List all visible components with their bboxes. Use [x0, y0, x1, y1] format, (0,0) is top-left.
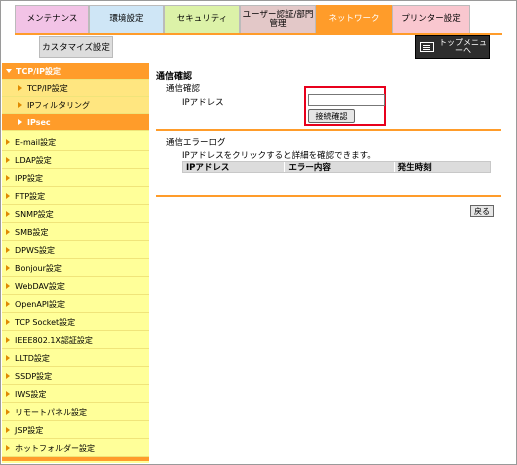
column-header-ip-address: IPアドレス	[183, 162, 286, 173]
arrow-right-icon	[6, 139, 10, 145]
sidebar-item-label: SNMP設定	[15, 209, 54, 219]
column-header-error: エラー内容	[285, 162, 395, 173]
sidebar-item-label: OpenAPI設定	[15, 299, 66, 309]
section-divider	[156, 195, 501, 197]
tab-customize[interactable]: カスタマイズ設定	[39, 36, 113, 58]
arrow-right-icon	[6, 337, 10, 343]
sidebar-item-label: SSDP設定	[15, 371, 53, 381]
sidebar-item-label: TCP/IP設定	[27, 83, 68, 93]
sidebar-item-label: FTP設定	[15, 191, 46, 201]
tab-printer-settings[interactable]: プリンター設定	[392, 5, 470, 33]
sidebar-item-label: TCP Socket設定	[15, 317, 76, 327]
sidebar-item-label: リモートパネル設定	[15, 407, 87, 417]
sidebar-item-label: E-mail設定	[15, 137, 57, 147]
sidebar-item-remote-panel[interactable]: リモートパネル設定	[2, 404, 149, 421]
arrow-right-icon	[6, 157, 10, 163]
arrow-right-icon	[6, 301, 10, 307]
sidebar-item-email[interactable]: E-mail設定	[2, 134, 149, 151]
arrow-right-icon	[6, 175, 10, 181]
ip-address-label: IPアドレス	[182, 98, 224, 108]
arrow-right-icon	[18, 102, 22, 108]
section-heading-error-log: 通信エラーログ	[166, 138, 226, 148]
sidebar-item-dpws[interactable]: DPWS設定	[2, 242, 149, 259]
sidebar-item-ieee8021x[interactable]: IEEE802.1X認証設定	[2, 332, 149, 349]
sidebar-item-label: TCP/IP設定	[16, 66, 61, 76]
sidebar-item-ldap[interactable]: LDAP設定	[2, 152, 149, 169]
sidebar-item-ssdp[interactable]: SSDP設定	[2, 368, 149, 385]
tab-maintenance[interactable]: メンテナンス	[15, 5, 89, 33]
list-icon	[420, 42, 434, 52]
page-frame: メンテナンス 環境設定 セキュリティ ユーザー認証/部門管理 ネットワーク プリ…	[0, 0, 517, 465]
sidebar-item-label: WebDAV設定	[15, 281, 65, 291]
sidebar-item-snmp[interactable]: SNMP設定	[2, 206, 149, 223]
page-title: 通信確認	[156, 72, 193, 82]
sidebar-item-lltd[interactable]: LLTD設定	[2, 350, 149, 367]
error-log-table-header: IPアドレス エラー内容 発生時刻	[182, 161, 491, 173]
arrow-right-icon	[18, 85, 22, 91]
sidebar-item-tcpip-header[interactable]: TCP/IP設定	[2, 63, 149, 80]
ip-address-input[interactable]	[308, 94, 385, 106]
sidebar-item-label: IPsec	[27, 117, 51, 127]
section-divider	[156, 129, 501, 131]
sidebar-item-bonjour[interactable]: Bonjour設定	[2, 260, 149, 277]
tab-security[interactable]: セキュリティ	[164, 5, 240, 33]
sidebar-item-label: JSP設定	[15, 425, 44, 435]
sidebar-item-webdav[interactable]: WebDAV設定	[2, 278, 149, 295]
sidebar-item-label: IWS設定	[15, 389, 47, 399]
arrow-right-icon	[6, 355, 10, 361]
sidebar-item-hot-folder[interactable]: ホットフォルダー設定	[2, 440, 149, 457]
sidebar-item-label: LDAP設定	[15, 155, 52, 165]
arrow-right-icon	[6, 211, 10, 217]
sidebar-item-tcpip[interactable]: TCP/IP設定	[2, 80, 149, 97]
sidebar-item-label: LLTD設定	[15, 353, 50, 363]
sidebar-item-ipsec[interactable]: IPsec	[2, 114, 149, 131]
arrow-right-icon	[6, 247, 10, 253]
arrow-right-icon	[6, 283, 10, 289]
sidebar-item-iws[interactable]: IWS設定	[2, 386, 149, 403]
arrow-right-icon	[6, 427, 10, 433]
tab-user-auth[interactable]: ユーザー認証/部門管理	[240, 5, 316, 33]
section-heading-connection: 通信確認	[166, 84, 201, 94]
connection-check-button[interactable]: 接続確認	[308, 109, 355, 123]
arrow-right-icon	[6, 373, 10, 379]
chevron-down-icon	[6, 69, 12, 73]
back-button[interactable]: 戻る	[470, 205, 494, 217]
arrow-right-icon	[6, 265, 10, 271]
sidebar-bottom-bar	[2, 457, 149, 461]
arrow-right-icon	[18, 119, 22, 125]
arrow-right-icon	[6, 319, 10, 325]
sidebar-item-ip-filtering[interactable]: IPフィルタリング	[2, 97, 149, 114]
sidebar-item-label: ホットフォルダー設定	[15, 443, 95, 453]
sidebar-item-openapi[interactable]: OpenAPI設定	[2, 296, 149, 313]
arrow-right-icon	[6, 445, 10, 451]
tab-environment[interactable]: 環境設定	[89, 5, 164, 33]
sidebar-item-label: SMB設定	[15, 227, 49, 237]
sidebar-item-label: DPWS設定	[15, 245, 55, 255]
tab-network[interactable]: ネットワーク	[316, 5, 392, 33]
main-tabs: メンテナンス 環境設定 セキュリティ ユーザー認証/部門管理 ネットワーク プリ…	[15, 5, 470, 35]
sidebar-item-ipp[interactable]: IPP設定	[2, 170, 149, 187]
sidebar-item-label: IPフィルタリング	[27, 100, 91, 110]
sidebar-item-label: Bonjour設定	[15, 263, 62, 273]
arrow-right-icon	[6, 409, 10, 415]
arrow-right-icon	[6, 391, 10, 397]
sidebar-item-tcp-socket[interactable]: TCP Socket設定	[2, 314, 149, 331]
error-log-description: IPアドレスをクリックすると詳細を確認できます。	[182, 151, 376, 161]
sidebar-item-label: IEEE802.1X認証設定	[15, 335, 93, 345]
sidebar-item-smb[interactable]: SMB設定	[2, 224, 149, 241]
column-header-time: 発生時刻	[397, 163, 432, 173]
sidebar-item-jsp[interactable]: JSP設定	[2, 422, 149, 439]
sidebar-item-label: IPP設定	[15, 173, 44, 183]
arrow-right-icon	[6, 229, 10, 235]
sidebar-item-ftp[interactable]: FTP設定	[2, 188, 149, 205]
top-menu-button[interactable]: トップメニューへ	[415, 35, 490, 59]
top-menu-label: トップメニューへ	[439, 38, 487, 55]
sidebar: TCP/IP設定 TCP/IP設定 IPフィルタリング IPsec E-mail…	[2, 63, 149, 463]
arrow-right-icon	[6, 193, 10, 199]
